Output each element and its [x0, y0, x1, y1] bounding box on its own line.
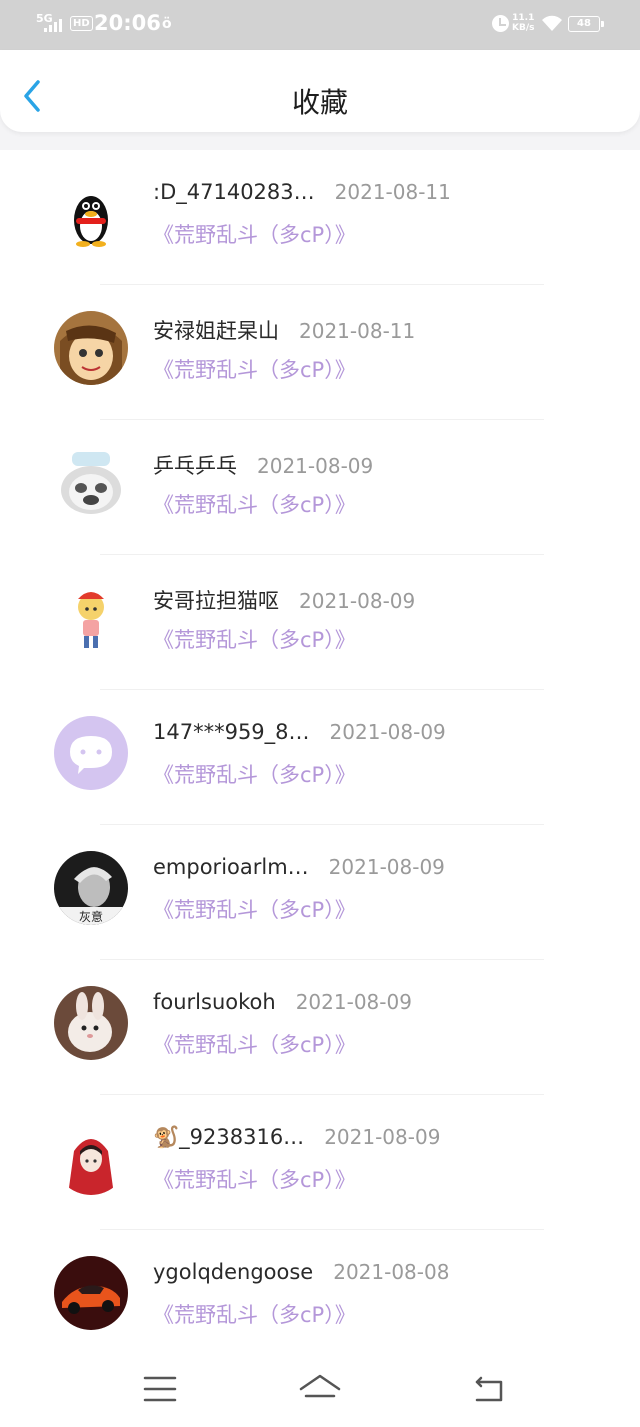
avatar-image: 灰意: [54, 851, 128, 925]
date: 2021-08-09: [324, 1125, 441, 1149]
nickname[interactable]: 🐒_9238316…: [153, 1125, 304, 1150]
avatar[interactable]: [54, 311, 128, 385]
nickname[interactable]: 乒乓乒乓: [153, 450, 237, 480]
avatar-image: [54, 446, 128, 520]
system-back-button[interactable]: [463, 1370, 513, 1410]
avatar[interactable]: [54, 1121, 128, 1195]
date: 2021-08-11: [334, 180, 451, 204]
favorite-item[interactable]: 灰意 emporioarlm… 2021-08-09 《荒野乱斗（多cP）》: [0, 825, 640, 960]
wifi-icon: [540, 14, 564, 36]
date: 2021-08-09: [328, 855, 445, 879]
avatar-image: [54, 1256, 128, 1330]
date: 2021-08-11: [299, 319, 416, 343]
home-icon: [299, 1374, 341, 1398]
date: 2021-08-09: [295, 990, 412, 1014]
work-title[interactable]: 《荒野乱斗（多cP）》: [153, 624, 356, 654]
nickname[interactable]: fourlsuokoh: [153, 990, 276, 1014]
nickname[interactable]: :D_47140283…: [153, 180, 315, 204]
favorites-list: :D_47140283… 2021-08-11 《荒野乱斗（多cP）》 安禄姐赶杲山 2…: [0, 150, 640, 1365]
date: 2021-08-09: [329, 720, 446, 744]
favorite-item[interactable]: 安禄姐赶杲山 2021-08-11 《荒野乱斗（多cP）》: [0, 285, 640, 420]
work-title[interactable]: 《荒野乱斗（多cP）》: [153, 759, 356, 789]
page-title: 收藏: [291, 86, 348, 119]
item-header: emporioarlm… 2021-08-09: [153, 855, 445, 879]
item-header: ygolqdengoose 2021-08-08: [153, 1260, 449, 1284]
home-button[interactable]: [295, 1370, 345, 1410]
speed-value: 11.1: [512, 13, 535, 23]
nickname[interactable]: emporioarlm…: [153, 855, 309, 879]
menu-button[interactable]: [135, 1370, 185, 1410]
favorite-item[interactable]: ygolqdengoose 2021-08-08 《荒野乱斗（多cP）》: [0, 1230, 640, 1365]
avatar[interactable]: [54, 716, 128, 790]
avatar[interactable]: [54, 446, 128, 520]
speed-unit: KB/s: [512, 23, 535, 33]
item-header: 147***959_8… 2021-08-09: [153, 720, 446, 744]
favorite-item[interactable]: fourlsuokoh 2021-08-09 《荒野乱斗（多cP）》: [0, 960, 640, 1095]
avatar-image: [54, 716, 128, 790]
notification-icon: ӧ: [162, 16, 172, 32]
work-title[interactable]: 《荒野乱斗（多cP）》: [153, 894, 356, 924]
avatar-image: [54, 1121, 128, 1195]
avatar[interactable]: [54, 986, 128, 1060]
svg-text:灰意: 灰意: [79, 909, 103, 924]
avatar[interactable]: [54, 581, 128, 655]
date: 2021-08-09: [299, 589, 416, 613]
hd-badge: HD: [70, 16, 93, 31]
avatar-image: [54, 176, 128, 250]
alarm-icon: [492, 15, 509, 32]
status-bar: 5G HD 20:06 ӧ 11.1 KB/s 48: [0, 0, 640, 50]
avatar-image: [54, 311, 128, 385]
return-icon: [475, 1376, 503, 1402]
avatar[interactable]: [54, 1256, 128, 1330]
battery-indicator: 48: [568, 16, 604, 32]
item-header: 乒乓乒乓 2021-08-09: [153, 450, 373, 480]
date: 2021-08-09: [257, 454, 374, 478]
nickname[interactable]: ygolqdengoose: [153, 1260, 313, 1284]
work-title[interactable]: 《荒野乱斗（多cP）》: [153, 354, 356, 384]
signal-icon: [44, 18, 62, 32]
favorite-item[interactable]: 🐒_9238316… 2021-08-09 《荒野乱斗（多cP）》: [0, 1095, 640, 1230]
date: 2021-08-08: [333, 1260, 450, 1284]
avatar-image: [54, 581, 128, 655]
favorite-item[interactable]: 安哥拉担猫呕 2021-08-09 《荒野乱斗（多cP）》: [0, 555, 640, 690]
item-header: 安禄姐赶杲山 2021-08-11: [153, 315, 415, 345]
work-title[interactable]: 《荒野乱斗（多cP）》: [153, 489, 356, 519]
menu-icon: [143, 1376, 177, 1402]
item-header: :D_47140283… 2021-08-11: [153, 180, 451, 204]
favorite-item[interactable]: 乒乓乒乓 2021-08-09 《荒野乱斗（多cP）》: [0, 420, 640, 555]
favorite-item[interactable]: 147***959_8… 2021-08-09 《荒野乱斗（多cP）》: [0, 690, 640, 825]
nickname[interactable]: 安禄姐赶杲山: [153, 315, 279, 345]
item-header: fourlsuokoh 2021-08-09: [153, 990, 412, 1014]
system-nav-bar: [0, 1350, 640, 1427]
work-title[interactable]: 《荒野乱斗（多cP）》: [153, 1164, 356, 1194]
item-header: 安哥拉担猫呕 2021-08-09: [153, 585, 415, 615]
work-title[interactable]: 《荒野乱斗（多cP）》: [153, 219, 356, 249]
network-speed: 11.1 KB/s: [512, 13, 534, 33]
avatar[interactable]: [54, 176, 128, 250]
favorite-item[interactable]: :D_47140283… 2021-08-11 《荒野乱斗（多cP）》: [0, 150, 640, 285]
status-time: 20:06: [94, 11, 161, 35]
avatar-image: [54, 986, 128, 1060]
header: 收藏: [0, 50, 640, 132]
work-title[interactable]: 《荒野乱斗（多cP）》: [153, 1299, 356, 1329]
item-header: 🐒_9238316… 2021-08-09: [153, 1125, 440, 1150]
work-title[interactable]: 《荒野乱斗（多cP）》: [153, 1029, 356, 1059]
nickname[interactable]: 147***959_8…: [153, 720, 310, 744]
nickname[interactable]: 安哥拉担猫呕: [153, 585, 279, 615]
avatar[interactable]: 灰意: [54, 851, 128, 925]
